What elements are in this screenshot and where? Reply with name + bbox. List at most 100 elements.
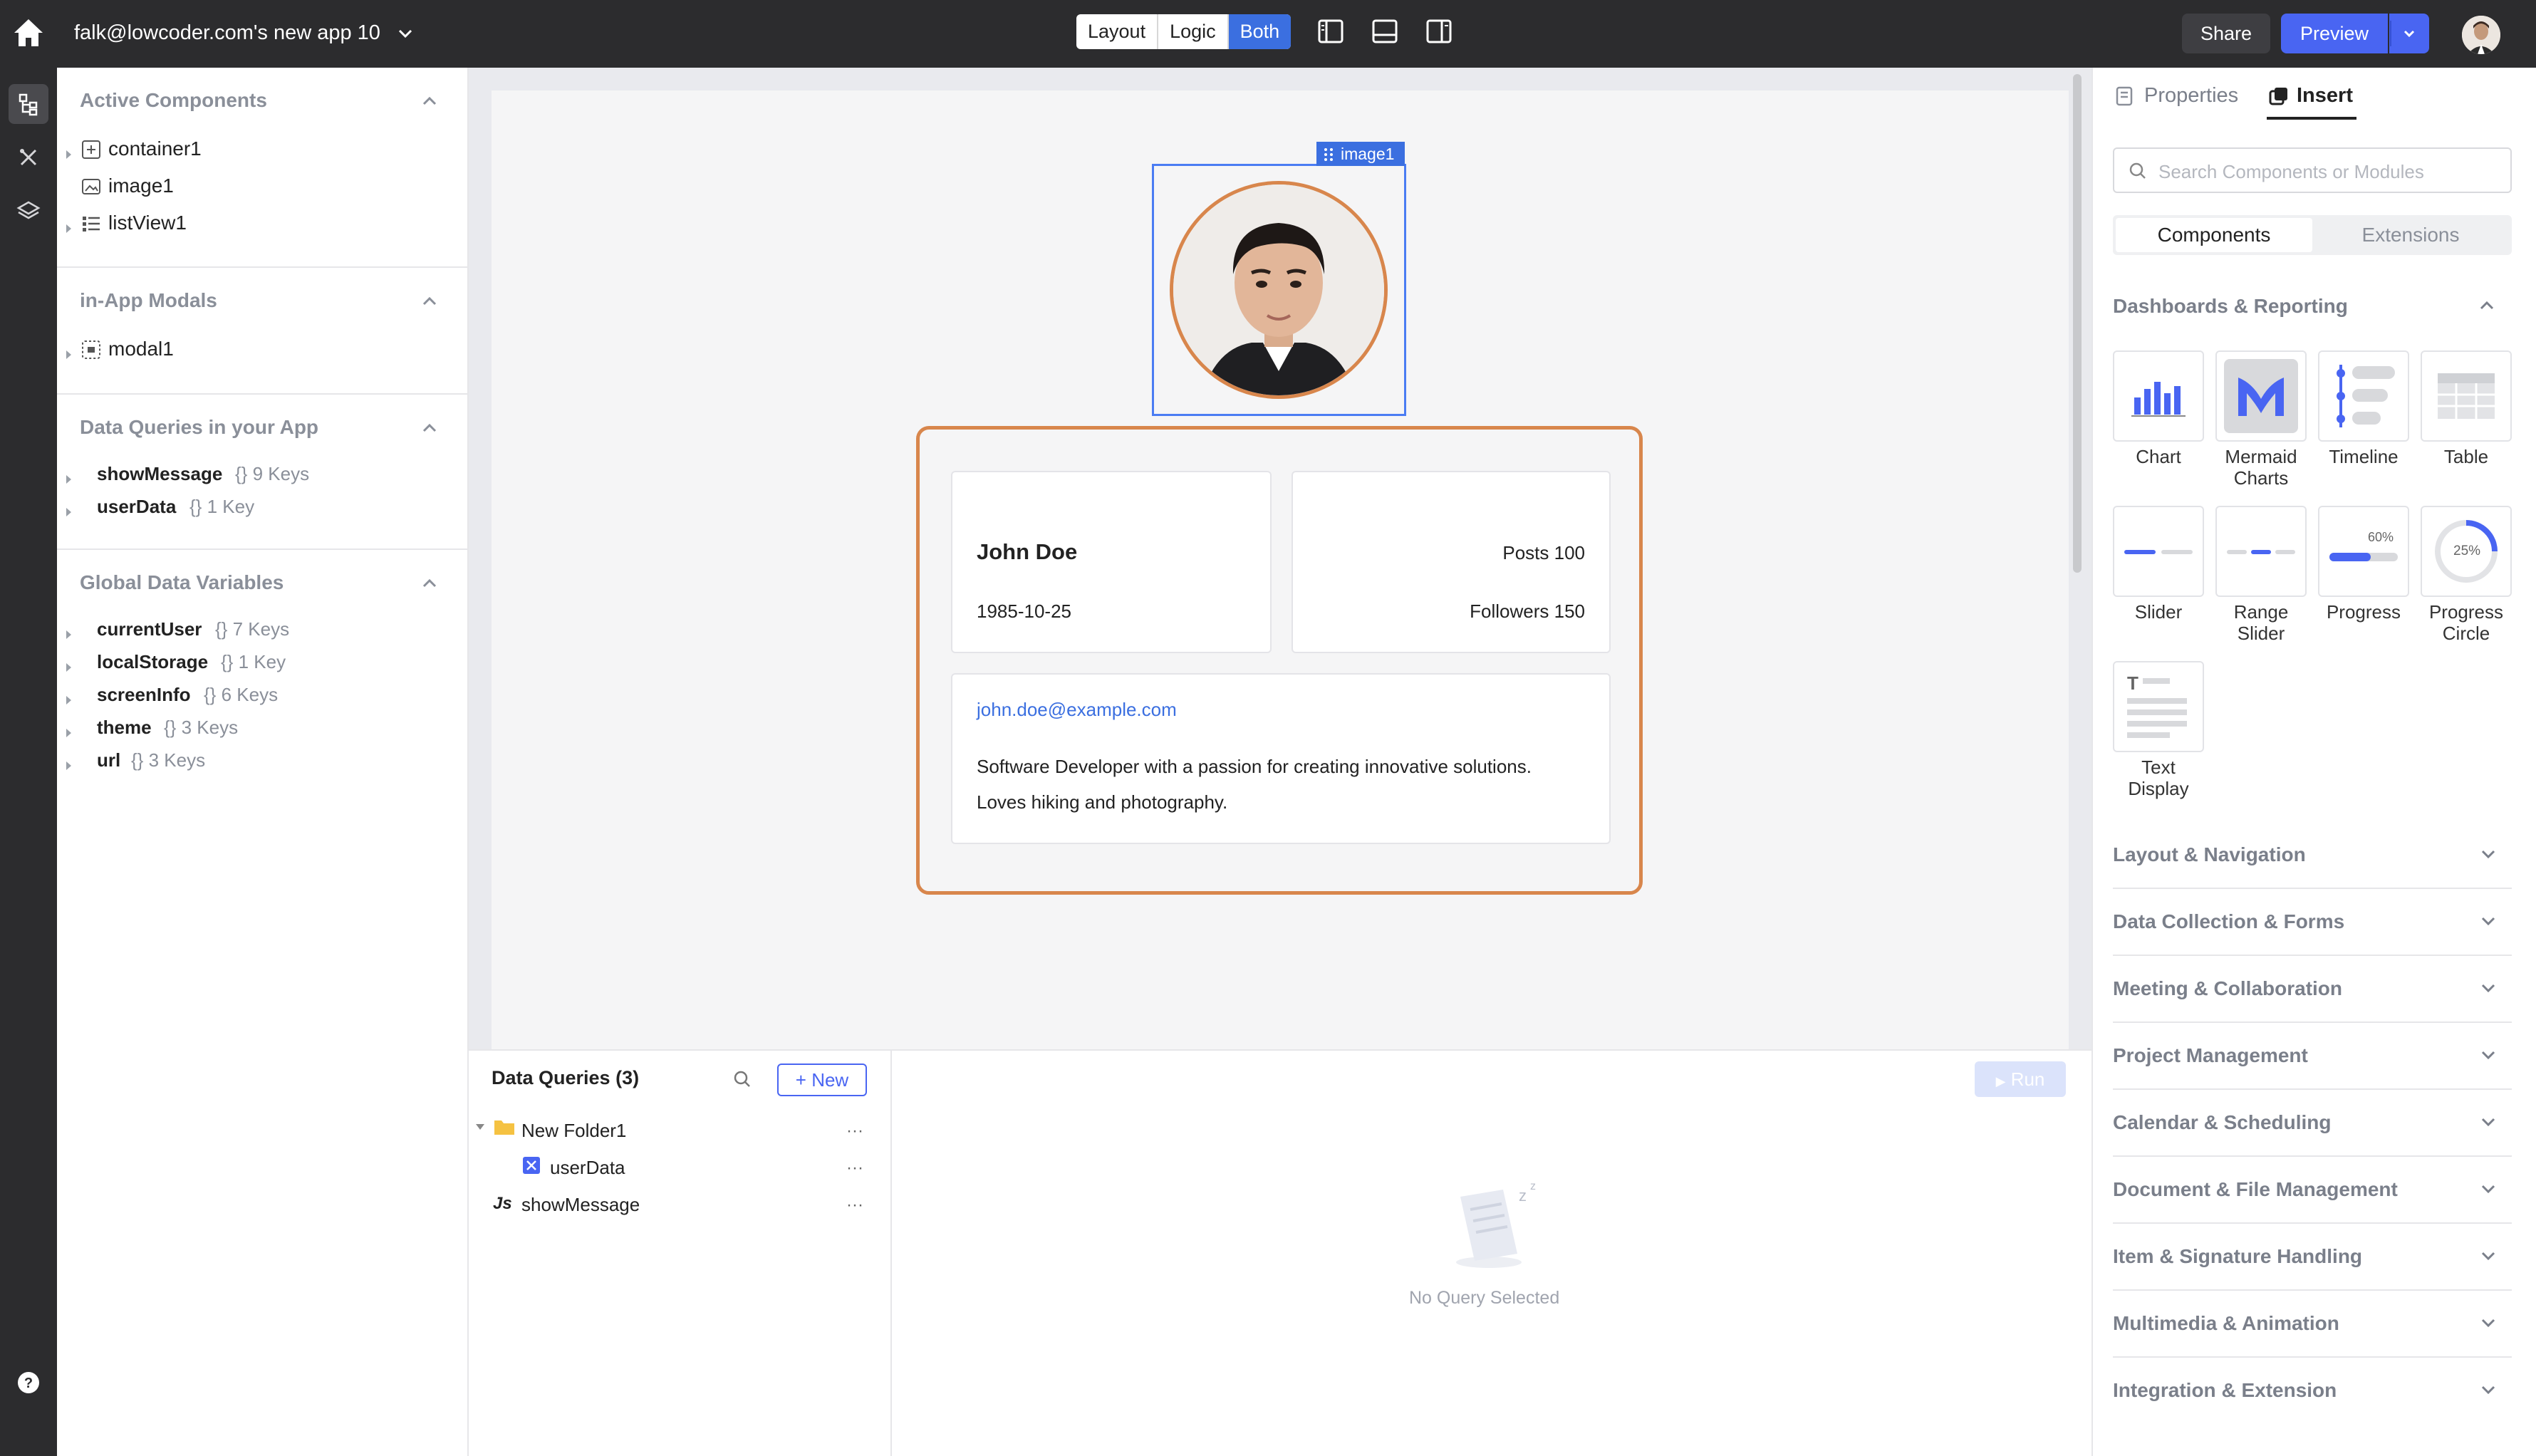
search-icon[interactable] xyxy=(732,1068,753,1093)
caret-right-icon[interactable] xyxy=(64,469,74,484)
mermaid-label-line1: Mermaid xyxy=(2225,446,2297,467)
properties-icon xyxy=(2114,85,2136,110)
caret-right-icon[interactable] xyxy=(64,217,74,233)
user-avatar[interactable] xyxy=(2462,16,2500,54)
folder-name[interactable]: New Folder1 xyxy=(521,1120,626,1142)
category-label: Integration & Extension xyxy=(2113,1379,2337,1401)
run-button[interactable]: ▶ Run xyxy=(1975,1061,2066,1097)
caret-right-icon[interactable] xyxy=(64,657,74,672)
caret-right-icon[interactable] xyxy=(64,722,74,737)
chevron-up-icon[interactable] xyxy=(420,574,439,593)
active-components-section: Active Components container1 image1 list… xyxy=(57,68,469,268)
tab-insert[interactable]: Insert xyxy=(2297,84,2353,108)
chart-label: Chart xyxy=(2136,446,2181,467)
preview-dropdown-button[interactable] xyxy=(2389,14,2429,53)
canvas-scrollbar[interactable] xyxy=(2073,74,2082,573)
range-slider-component[interactable] xyxy=(2215,506,2307,597)
caret-right-icon[interactable] xyxy=(64,690,74,704)
progress-circle-component[interactable]: 25% xyxy=(2421,506,2512,597)
category-item-signature[interactable]: Item & Signature Handling xyxy=(2113,1224,2512,1291)
chevron-up-icon[interactable] xyxy=(420,419,439,437)
global-name: screenInfo xyxy=(97,684,191,705)
timeline-component[interactable] xyxy=(2318,350,2409,442)
mermaid-icon xyxy=(2224,359,2298,433)
chevron-down-icon[interactable] xyxy=(396,24,415,43)
caret-right-icon[interactable] xyxy=(64,343,74,359)
help-icon[interactable]: ? xyxy=(9,1363,48,1403)
right-panel-toggle-icon[interactable] xyxy=(1425,17,1453,46)
left-panel-toggle-icon[interactable] xyxy=(1316,17,1345,46)
progress-circle-badge: 25% xyxy=(2453,544,2481,558)
bottom-panel-toggle-icon[interactable] xyxy=(1371,17,1399,46)
category-calendar[interactable]: Calendar & Scheduling xyxy=(2113,1090,2512,1157)
chevron-up-icon[interactable] xyxy=(420,292,439,311)
segment-extensions[interactable]: Extensions xyxy=(2312,218,2509,252)
chevron-down-icon[interactable] xyxy=(2479,1180,2498,1198)
text-display-component[interactable]: T xyxy=(2113,661,2204,752)
image1-tag[interactable]: image1 xyxy=(1316,142,1405,166)
chevron-down-icon[interactable] xyxy=(2479,1046,2498,1064)
chevron-up-icon[interactable] xyxy=(2478,296,2496,318)
section-dashboards-title[interactable]: Dashboards & Reporting xyxy=(2113,295,2348,318)
segment-components[interactable]: Components xyxy=(2116,218,2312,252)
chevron-up-icon[interactable] xyxy=(420,92,439,110)
category-project-management[interactable]: Project Management xyxy=(2113,1023,2512,1090)
profile-posts: Posts 100 xyxy=(1502,542,1585,563)
chevron-down-icon[interactable] xyxy=(2479,845,2498,863)
caret-down-icon[interactable] xyxy=(473,1120,487,1138)
query-more-icon[interactable]: ··· xyxy=(846,1195,863,1215)
mode-layout-button[interactable]: Layout xyxy=(1076,14,1159,49)
global-keys: {} 6 Keys xyxy=(204,684,279,705)
mermaid-charts-component[interactable] xyxy=(2215,350,2307,442)
app-title[interactable]: falk@lowcoder.com's new app 10 xyxy=(74,20,380,46)
tab-properties[interactable]: Properties xyxy=(2144,84,2238,108)
range-slider-icon xyxy=(2227,550,2295,554)
category-layout-navigation[interactable]: Layout & Navigation xyxy=(2113,822,2512,889)
component-tree-icon[interactable] xyxy=(9,84,48,124)
preview-button[interactable]: Preview xyxy=(2281,14,2388,53)
chevron-down-icon[interactable] xyxy=(2479,1314,2498,1332)
home-icon[interactable] xyxy=(10,14,47,51)
mode-logic-button[interactable]: Logic xyxy=(1158,14,1229,49)
category-data-collection[interactable]: Data Collection & Forms xyxy=(2113,889,2512,956)
component-search-input[interactable]: Search Components or Modules xyxy=(2113,147,2512,193)
component-segment: Components Extensions xyxy=(2113,215,2512,255)
query-item-showmessage-bottom[interactable]: showMessage xyxy=(521,1194,640,1216)
slider-component[interactable] xyxy=(2113,506,2204,597)
chevron-down-icon[interactable] xyxy=(2479,1247,2498,1265)
profile-email-link[interactable]: john.doe@example.com xyxy=(977,699,1177,721)
caret-right-icon[interactable] xyxy=(64,624,74,639)
share-button[interactable]: Share xyxy=(2182,14,2270,53)
query-more-icon[interactable]: ··· xyxy=(846,1158,863,1178)
chart-icon xyxy=(2131,382,2186,417)
drag-handle-icon[interactable] xyxy=(1321,145,1336,170)
chevron-down-icon[interactable] xyxy=(2479,1380,2498,1399)
new-query-button[interactable]: + New xyxy=(777,1064,867,1096)
query-name: showMessage xyxy=(97,463,223,484)
progress-label: Progress xyxy=(2326,601,2401,623)
table-component[interactable] xyxy=(2421,350,2512,442)
chevron-down-icon[interactable] xyxy=(2479,1113,2498,1131)
category-multimedia[interactable]: Multimedia & Animation xyxy=(2113,1291,2512,1358)
category-document[interactable]: Document & File Management xyxy=(2113,1157,2512,1224)
mode-both-button[interactable]: Both xyxy=(1228,14,1292,49)
svg-text:z: z xyxy=(1530,1180,1536,1192)
chart-component[interactable] xyxy=(2113,350,2204,442)
layers-icon[interactable] xyxy=(9,191,48,231)
progress-component[interactable]: 60% xyxy=(2318,506,2409,597)
chevron-down-icon[interactable] xyxy=(2479,979,2498,997)
category-meeting[interactable]: Meeting & Collaboration xyxy=(2113,956,2512,1023)
profile-container[interactable]: John Doe 1985-10-25 Posts 100 Followers … xyxy=(916,426,1643,895)
caret-right-icon[interactable] xyxy=(64,755,74,770)
folder-more-icon[interactable]: ··· xyxy=(846,1121,863,1141)
query-item-userdata-bottom[interactable]: userData xyxy=(550,1157,625,1179)
tools-icon[interactable] xyxy=(9,137,48,177)
queries-title: Data Queries in your App xyxy=(80,416,319,438)
chevron-down-icon[interactable] xyxy=(2479,912,2498,930)
text-display-label-line1: Text xyxy=(2141,756,2176,778)
progress-icon xyxy=(2329,553,2398,561)
caret-right-icon[interactable] xyxy=(64,143,74,159)
category-integration[interactable]: Integration & Extension xyxy=(2113,1358,2512,1425)
query-keys: {} 9 Keys xyxy=(235,463,310,484)
caret-right-icon[interactable] xyxy=(64,501,74,516)
